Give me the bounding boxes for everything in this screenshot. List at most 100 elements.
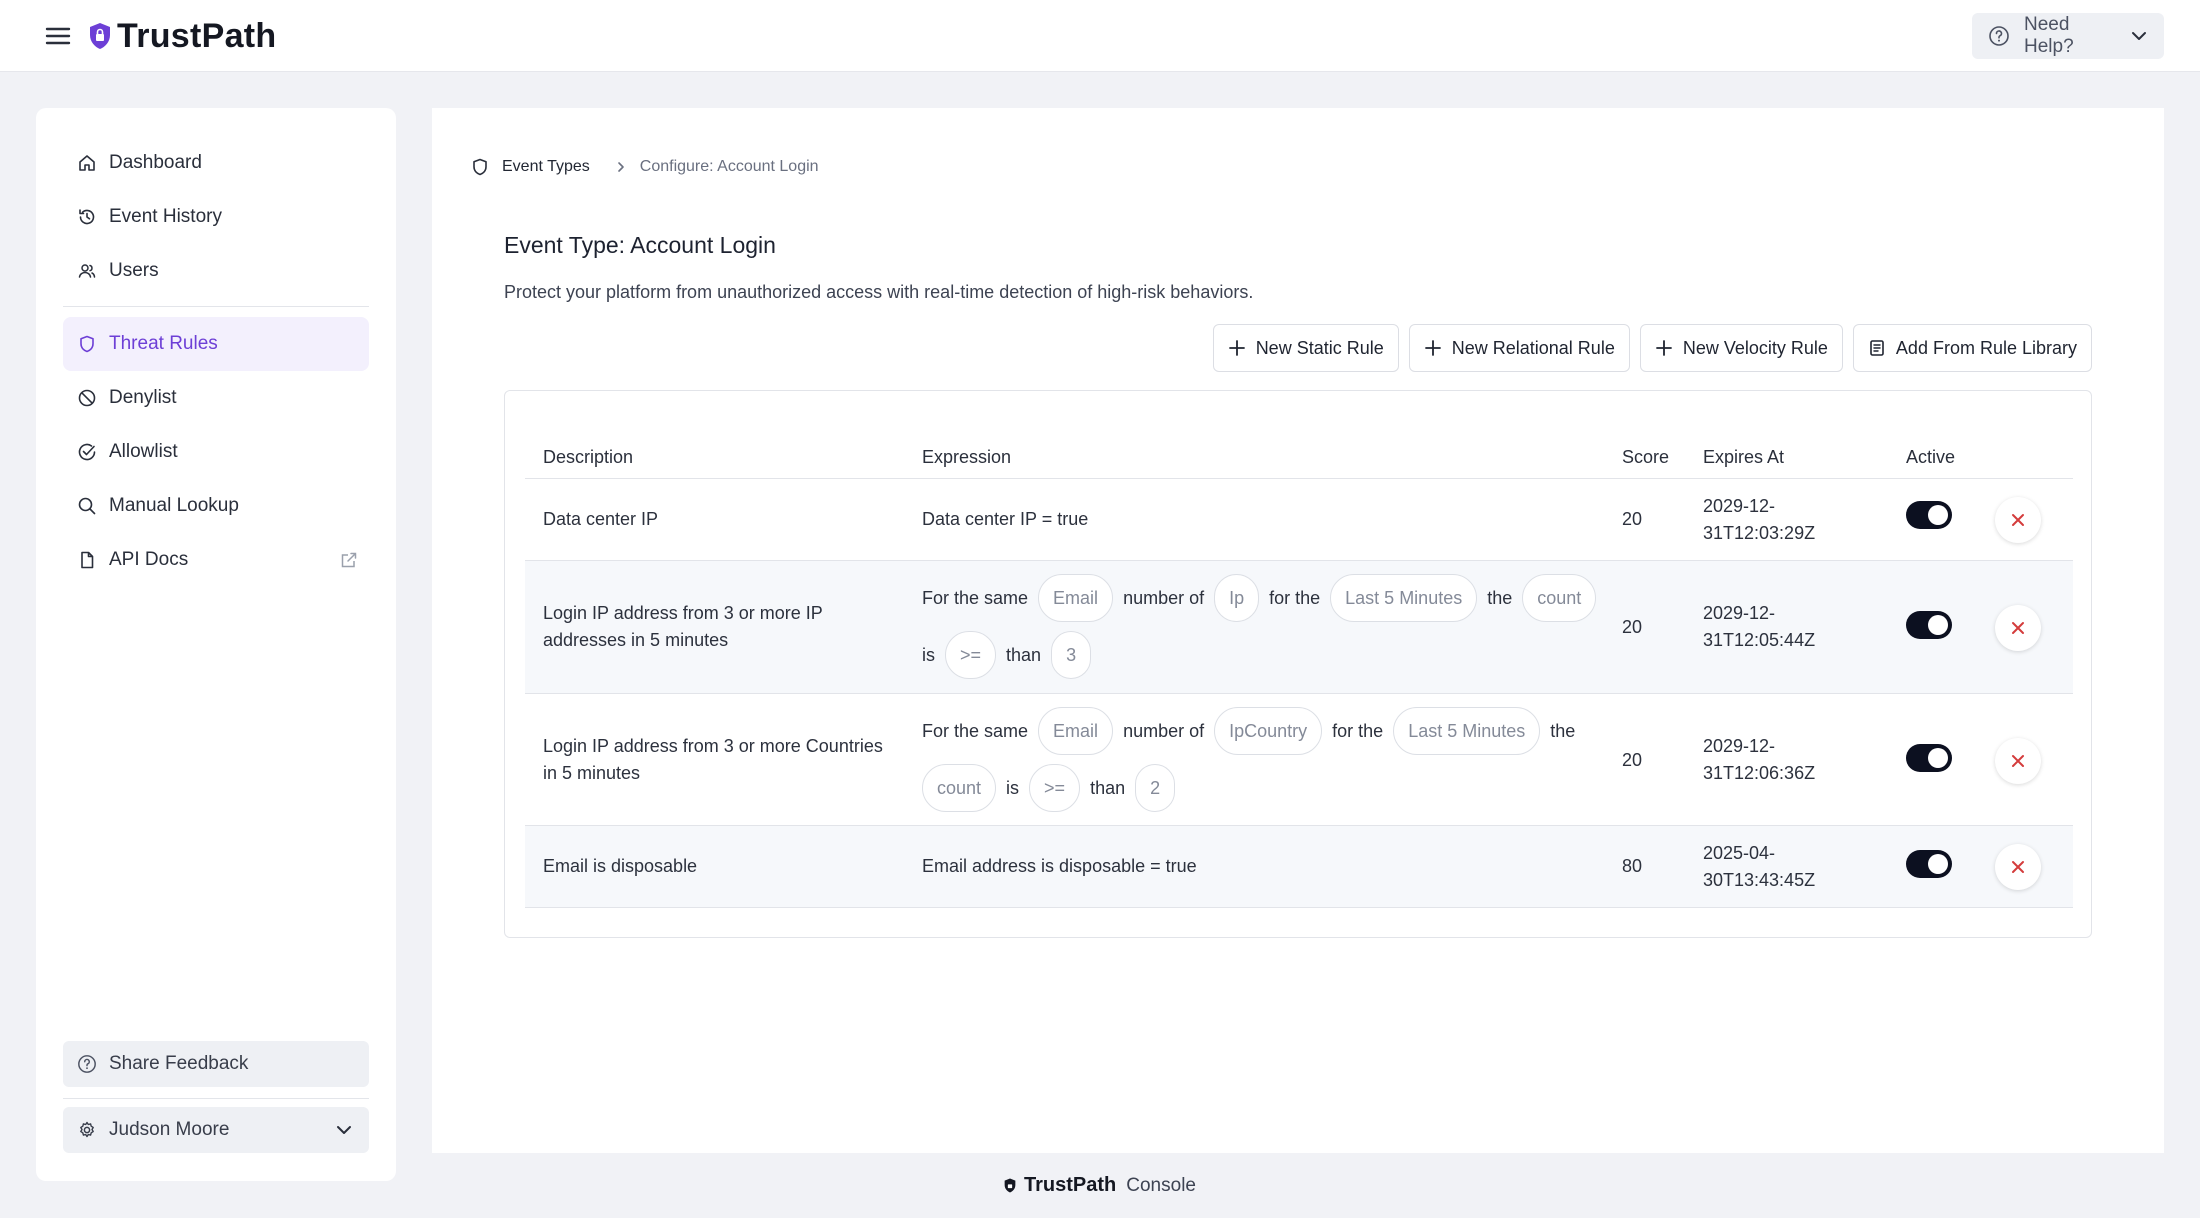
- user-menu-button[interactable]: Judson Moore: [63, 1107, 369, 1153]
- expr-text: number of: [1123, 720, 1205, 741]
- expr-pill[interactable]: IpCountry: [1214, 707, 1323, 755]
- chevron-down-icon: [335, 1121, 353, 1139]
- breadcrumb-event-types[interactable]: Event Types: [502, 158, 590, 176]
- expr-text: for the: [1269, 587, 1321, 608]
- new-relational-rule-button[interactable]: New Relational Rule: [1408, 324, 1630, 372]
- external-link-icon: [339, 550, 359, 570]
- sidebar: Dashboard Event History Users Threat Rul…: [36, 108, 396, 1181]
- rules-table: Description Expression Score Expires At …: [504, 390, 2092, 938]
- button-label: New Velocity Rule: [1682, 337, 1828, 358]
- home-icon: [77, 153, 97, 173]
- sidebar-item-denylist[interactable]: Denylist: [63, 371, 369, 425]
- shield-logo-icon: [89, 22, 111, 50]
- sidebar-item-label: Users: [109, 260, 159, 281]
- expr-text: For the same: [922, 587, 1029, 608]
- expr-pill[interactable]: >=: [1029, 764, 1081, 812]
- hamburger-icon[interactable]: [44, 24, 72, 48]
- brand-logo[interactable]: TrustPath: [89, 14, 277, 58]
- rule-description: Email is disposable: [543, 856, 698, 876]
- rule-actions: New Static Rule New Relational Rule New …: [1212, 324, 2092, 372]
- brand-name: TrustPath: [117, 16, 277, 55]
- rule-score: 20: [1622, 750, 1643, 770]
- add-from-rule-library-button[interactable]: Add From Rule Library: [1852, 324, 2092, 372]
- rule-description: Login IP address from 3 or more Countrie…: [543, 736, 883, 783]
- sidebar-item-allowlist[interactable]: Allowlist: [63, 425, 369, 479]
- expr-pill[interactable]: count: [1522, 574, 1597, 622]
- sidebar-item-label: API Docs: [109, 549, 189, 570]
- active-toggle[interactable]: [1906, 501, 1952, 529]
- button-label: New Relational Rule: [1451, 337, 1615, 358]
- sidebar-item-label: Allowlist: [109, 441, 178, 462]
- page-description: Protect your platform from unauthorized …: [504, 282, 1254, 302]
- expr-pill[interactable]: Ip: [1214, 574, 1260, 622]
- expires-time: 31T12:05:44Z: [1703, 630, 1816, 650]
- expr-pill[interactable]: Email: [1038, 574, 1114, 622]
- expr-pill[interactable]: >=: [945, 631, 997, 679]
- active-toggle[interactable]: [1906, 850, 1952, 878]
- gear-icon: [77, 1120, 97, 1140]
- expr-pill[interactable]: 2: [1135, 764, 1176, 812]
- expr-text: for the: [1332, 720, 1384, 741]
- close-icon: [2009, 858, 2027, 876]
- expr-text: is: [922, 644, 935, 665]
- need-help-button[interactable]: Need Help?: [1972, 13, 2164, 59]
- new-static-rule-button[interactable]: New Static Rule: [1212, 324, 1399, 372]
- delete-rule-button[interactable]: [1995, 844, 2041, 890]
- plus-icon: [1655, 339, 1673, 357]
- active-toggle[interactable]: [1906, 611, 1952, 639]
- delete-rule-button[interactable]: [1995, 738, 2041, 784]
- plus-icon: [1424, 339, 1442, 357]
- sidebar-item-event-history[interactable]: Event History: [63, 190, 369, 244]
- table-row: Email is disposable Email address is dis…: [525, 826, 2073, 908]
- close-icon: [2009, 619, 2027, 637]
- sidebar-bottom-divider: [63, 1098, 369, 1099]
- shield-icon: [77, 334, 97, 354]
- share-feedback-button[interactable]: Share Feedback: [63, 1041, 369, 1087]
- rule-expires-at: 2029-12- 31T12:05:44Z: [1703, 600, 1843, 654]
- new-velocity-rule-button[interactable]: New Velocity Rule: [1639, 324, 1843, 372]
- sidebar-item-api-docs[interactable]: API Docs: [63, 533, 369, 587]
- history-icon: [77, 207, 97, 227]
- plus-icon: [1228, 339, 1246, 357]
- expires-time: 30T13:43:45Z: [1703, 870, 1816, 890]
- expr-pill[interactable]: 3: [1051, 631, 1092, 679]
- expr-pill[interactable]: Email: [1038, 707, 1114, 755]
- help-circle-icon: [1988, 25, 2010, 47]
- need-help-label: Need Help?: [2024, 14, 2074, 57]
- sidebar-item-threat-rules[interactable]: Threat Rules: [63, 317, 369, 371]
- table-header: Description Expression Score Expires At …: [525, 431, 2073, 479]
- sidebar-item-label: Threat Rules: [109, 333, 218, 354]
- footer-brand: TrustPath: [1024, 1174, 1117, 1196]
- expr-pill[interactable]: Last 5 Minutes: [1330, 574, 1478, 622]
- main-content: Event Types Configure: Account Login Eve…: [432, 108, 2164, 1153]
- header-active: Active: [1906, 447, 1956, 467]
- expr-text: than: [1006, 644, 1042, 665]
- sidebar-item-label: Event History: [109, 206, 222, 227]
- expr-pill[interactable]: count: [922, 764, 997, 812]
- users-icon: [77, 261, 97, 281]
- button-label: New Static Rule: [1255, 337, 1384, 358]
- active-toggle[interactable]: [1906, 744, 1952, 772]
- sidebar-item-users[interactable]: Users: [63, 244, 369, 298]
- rule-score: 20: [1622, 509, 1643, 529]
- expires-time: 31T12:06:36Z: [1703, 763, 1816, 783]
- document-icon: [77, 550, 97, 570]
- table-row: Data center IP Data center IP = true 20 …: [525, 479, 2073, 561]
- sidebar-item-dashboard[interactable]: Dashboard: [63, 136, 369, 190]
- expires-date: 2029-12-: [1703, 603, 1776, 623]
- rule-score: 80: [1622, 856, 1643, 876]
- rule-expires-at: 2029-12- 31T12:03:29Z: [1703, 493, 1843, 547]
- delete-rule-button[interactable]: [1995, 605, 2041, 651]
- share-feedback-label: Share Feedback: [109, 1053, 249, 1074]
- rule-expression: Email address is disposable = true: [922, 856, 1197, 876]
- user-name: Judson Moore: [109, 1119, 230, 1140]
- rule-expires-at: 2025-04- 30T13:43:45Z: [1703, 840, 1843, 894]
- rule-description: Data center IP: [543, 509, 659, 529]
- delete-rule-button[interactable]: [1995, 497, 2041, 543]
- expression-line: For the same Email number of Ip for the …: [922, 574, 1597, 622]
- sidebar-item-manual-lookup[interactable]: Manual Lookup: [63, 479, 369, 533]
- button-label: Add From Rule Library: [1895, 337, 2077, 358]
- expr-pill[interactable]: Last 5 Minutes: [1393, 707, 1541, 755]
- close-icon: [2009, 511, 2027, 529]
- rule-expression: Data center IP = true: [922, 509, 1089, 529]
